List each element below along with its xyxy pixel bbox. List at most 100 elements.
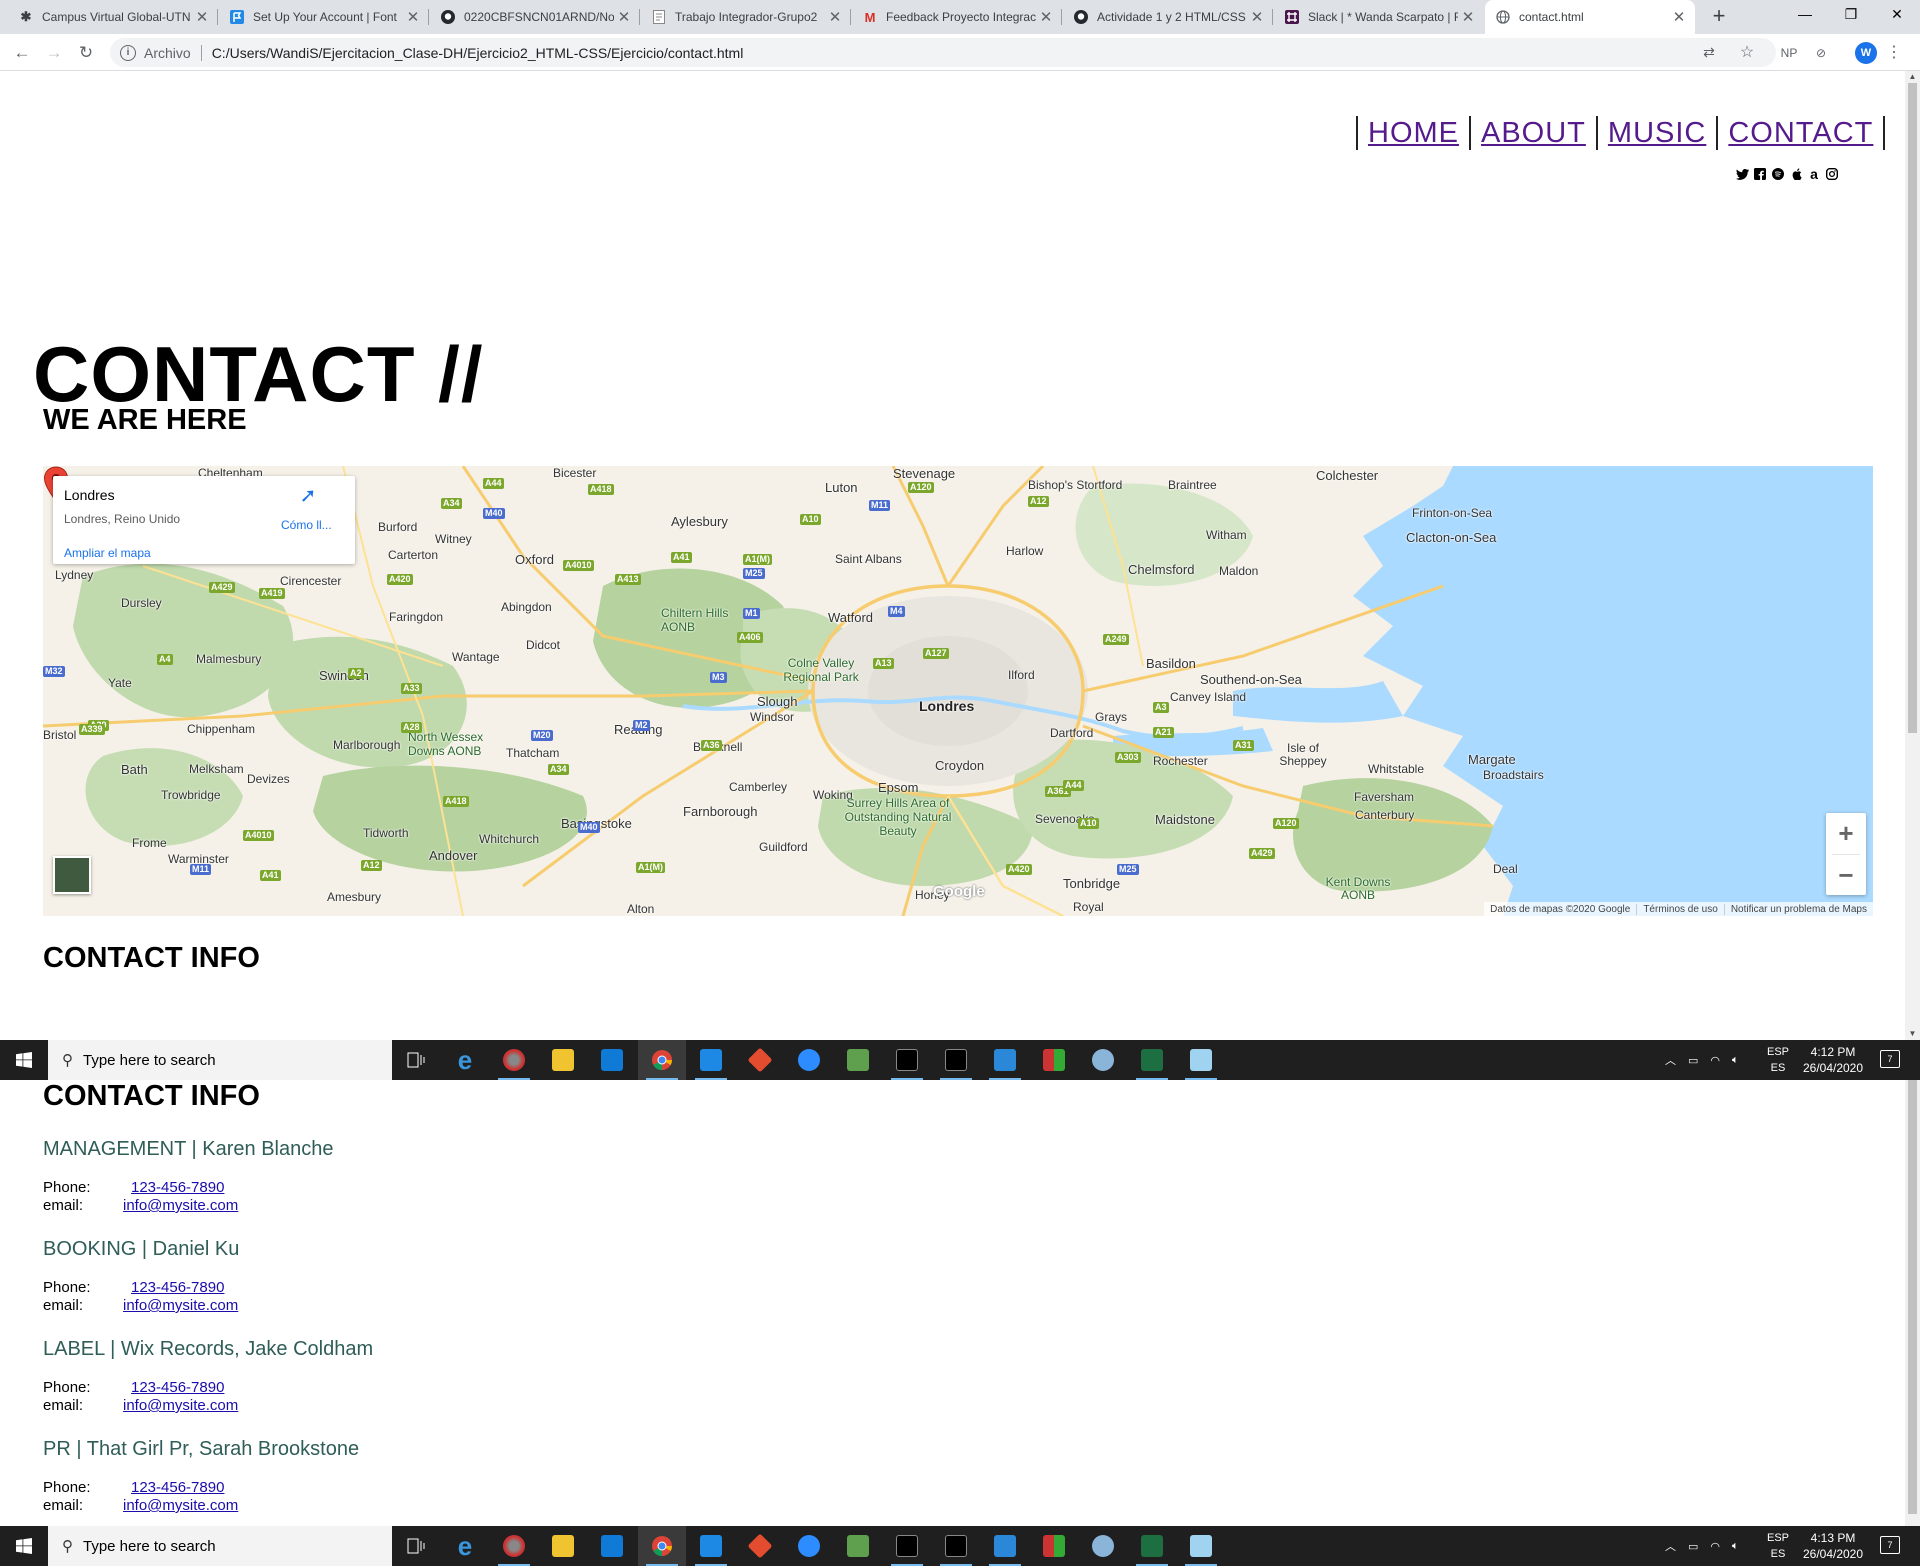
phone-link[interactable]: 123-456-7890 (131, 1279, 224, 1297)
zoom-in-button[interactable]: + (1826, 813, 1866, 854)
clock[interactable]: 4:13 PM 26/04/2020 (1798, 1530, 1868, 1562)
browser-tab[interactable]: Slack | * Wanda Scarpato | F ✕ (1274, 0, 1484, 34)
address-bar[interactable]: i Archivo C:/Users/WandiS/Ejercitacion_C… (110, 38, 1776, 67)
minimize-window-button[interactable]: — (1782, 0, 1828, 30)
volume-icon[interactable]: 🔈︎ (1732, 1054, 1739, 1067)
url-text[interactable]: C:/Users/WandiS/Ejercitacion_Clase-DH/Ej… (212, 45, 744, 61)
satellite-view-toggle[interactable] (53, 856, 91, 894)
chevron-up-icon[interactable]: ︿ (1665, 1052, 1676, 1068)
excel-icon[interactable] (1128, 1040, 1176, 1080)
zoom-icon[interactable] (785, 1526, 833, 1566)
chrome-icon[interactable] (638, 1040, 686, 1080)
nav-link-music[interactable]: MUSIC (1608, 117, 1706, 150)
app-icon[interactable] (1030, 1040, 1078, 1080)
profile-avatar[interactable]: W (1855, 42, 1877, 64)
close-tab-icon[interactable]: ✕ (1669, 8, 1689, 26)
close-tab-icon[interactable]: ✕ (1036, 8, 1056, 26)
scroll-up-icon[interactable]: ▲ (1905, 71, 1920, 83)
git-icon[interactable] (736, 1040, 784, 1080)
notepad-icon[interactable] (1177, 1040, 1225, 1080)
close-tab-icon[interactable]: ✕ (825, 8, 845, 26)
nav-link-contact[interactable]: CONTACT (1728, 117, 1873, 150)
nav-link-about[interactable]: ABOUT (1481, 117, 1586, 150)
new-tab-button[interactable]: + (1706, 4, 1732, 30)
photos-icon[interactable] (981, 1526, 1029, 1566)
scrollbar-thumb[interactable] (1908, 1080, 1917, 1514)
task-view-icon[interactable] (392, 1040, 440, 1080)
google-map[interactable]: Cheltenham Bicester Stevenage Luton Bish… (43, 466, 1873, 916)
scroll-down-icon[interactable]: ▼ (1905, 1028, 1920, 1040)
map-terms-link[interactable]: Términos de uso (1636, 903, 1723, 915)
node-icon[interactable] (834, 1526, 882, 1566)
volume-icon[interactable]: 🔈︎ (1732, 1540, 1739, 1553)
enlarge-map-link[interactable]: Ampliar el mapa (64, 546, 151, 560)
chevron-up-icon[interactable]: ︿ (1665, 1538, 1676, 1554)
page-scrollbar[interactable] (1905, 1080, 1920, 1526)
windows-start-icon[interactable] (0, 1526, 48, 1566)
edge-icon[interactable]: e (441, 1040, 489, 1080)
vscode-icon[interactable] (687, 1526, 735, 1566)
battery-icon[interactable]: ▭ (1688, 1540, 1698, 1553)
terminal-icon[interactable] (883, 1526, 931, 1566)
terminal-icon[interactable] (932, 1526, 980, 1566)
email-link[interactable]: info@mysite.com (123, 1397, 238, 1415)
git-icon[interactable] (736, 1526, 784, 1566)
zoom-out-button[interactable]: − (1826, 855, 1866, 896)
browser-tab[interactable]: Trabajo Integrador-Grupo2 ✕ (641, 0, 851, 34)
extension-icon[interactable]: ⊘ (1808, 40, 1834, 66)
extension-np[interactable]: NP (1776, 40, 1802, 66)
browser-tab[interactable]: ✱ Campus Virtual Global-UTN ✕ (8, 0, 218, 34)
nav-link-home[interactable]: HOME (1368, 117, 1459, 150)
edge-icon[interactable]: e (441, 1526, 489, 1566)
taskbar-search-box[interactable]: ⚲ Type here to search (48, 1040, 392, 1080)
email-link[interactable]: info@mysite.com (123, 1197, 238, 1215)
notepad-icon[interactable] (1177, 1526, 1225, 1566)
browser-tab[interactable]: M Feedback Proyecto Integrac ✕ (852, 0, 1062, 34)
mail-icon[interactable] (588, 1040, 636, 1080)
windows-start-icon[interactable] (0, 1040, 48, 1080)
clock[interactable]: 4:12 PM 26/04/2020 (1798, 1044, 1868, 1076)
language-indicator[interactable]: ESP ES (1763, 1530, 1793, 1562)
language-indicator[interactable]: ESP ES (1763, 1044, 1793, 1076)
close-tab-icon[interactable]: ✕ (192, 8, 212, 26)
photos-icon[interactable] (981, 1040, 1029, 1080)
task-view-icon[interactable] (392, 1526, 440, 1566)
terminal-icon[interactable] (932, 1040, 980, 1080)
phone-link[interactable]: 123-456-7890 (131, 1179, 224, 1197)
close-tab-icon[interactable]: ✕ (403, 8, 423, 26)
terminal-icon[interactable] (883, 1040, 931, 1080)
paint-icon[interactable] (1079, 1526, 1127, 1566)
node-icon[interactable] (834, 1040, 882, 1080)
chrome-icon[interactable] (638, 1526, 686, 1566)
directions-icon[interactable]: ➚ (298, 486, 318, 506)
zoom-icon[interactable] (785, 1040, 833, 1080)
browser-tab[interactable]: Actividade 1 y 2 HTML/CSS ✕ (1063, 0, 1273, 34)
scrollbar-thumb[interactable] (1908, 83, 1917, 733)
taskbar-search-box[interactable]: ⚲ Type here to search (48, 1526, 392, 1566)
menu-kebab-icon[interactable]: ⋮ (1884, 40, 1904, 66)
twitter-icon[interactable] (1735, 167, 1749, 181)
app-icon[interactable] (490, 1040, 538, 1080)
map-report-link[interactable]: Notificar un problema de Maps (1723, 903, 1873, 915)
back-arrow-icon[interactable]: ← (8, 40, 36, 66)
file-explorer-icon[interactable] (539, 1040, 587, 1080)
apple-icon[interactable] (1789, 167, 1803, 181)
battery-icon[interactable]: ▭ (1688, 1054, 1698, 1067)
spotify-icon[interactable] (1771, 167, 1785, 181)
notification-icon[interactable]: 7 (1880, 1536, 1900, 1554)
excel-icon[interactable] (1128, 1526, 1176, 1566)
page-scrollbar[interactable]: ▲ ▼ (1905, 71, 1920, 1040)
phone-link[interactable]: 123-456-7890 (131, 1479, 224, 1497)
translate-icon[interactable]: ⇄ (1698, 38, 1720, 67)
email-link[interactable]: info@mysite.com (123, 1297, 238, 1315)
notification-icon[interactable]: 7 (1880, 1050, 1900, 1068)
mail-icon[interactable] (588, 1526, 636, 1566)
close-tab-icon[interactable]: ✕ (1247, 8, 1267, 26)
facebook-icon[interactable] (1753, 167, 1767, 181)
paint-icon[interactable] (1079, 1040, 1127, 1080)
close-tab-icon[interactable]: ✕ (1458, 8, 1478, 26)
reload-icon[interactable]: ↻ (72, 40, 100, 66)
amazon-icon[interactable]: a (1807, 166, 1821, 182)
instagram-icon[interactable] (1825, 167, 1839, 181)
phone-link[interactable]: 123-456-7890 (131, 1379, 224, 1397)
